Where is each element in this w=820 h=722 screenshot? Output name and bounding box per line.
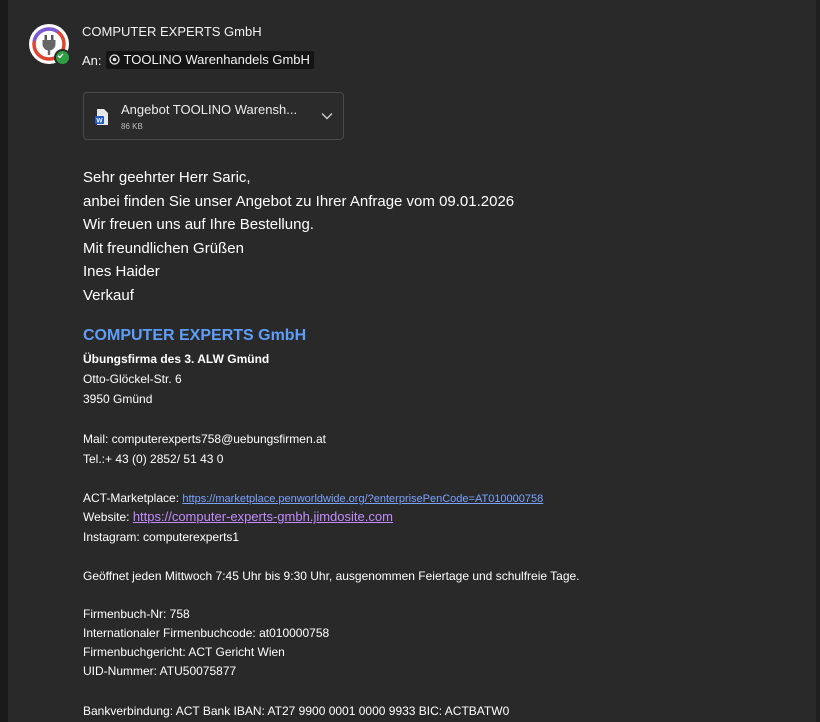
scrollbar-track[interactable] [816, 0, 820, 722]
recipient-name: TOOLINO Warenhandels GmbH [123, 52, 310, 67]
body-line: anbei finden Sie unser Angebot zu Ihrer … [83, 192, 515, 210]
signature-firmenbuchgericht: Firmenbuchgericht: ACT Gericht Wien [83, 645, 285, 659]
presence-available-icon [54, 49, 71, 66]
signature-subtitle: Übungsfirma des 3. ALW Gmünd [83, 352, 270, 366]
body-line: Ines Haider [83, 263, 160, 280]
word-document-icon: W [95, 109, 108, 125]
attachment-size: 86 KB [121, 122, 143, 131]
signature-hours: Geöffnet jeden Mittwoch 7:45 Uhr bis 9:3… [83, 569, 580, 583]
signature-firmenbuchcode: Internationaler Firmenbuchcode: at010000… [83, 626, 330, 640]
to-label: An: [82, 52, 102, 68]
body-line: Wir freuen uns auf Ihre Bestellung. [83, 216, 314, 233]
body-line: Verkauf [83, 286, 134, 304]
signature-tel: Tel.:+ 43 (0) 2852/ 51 43 0 [83, 452, 224, 466]
left-edge-strip [0, 0, 8, 722]
signature-street: Otto-Glöckel-Str. 6 [83, 372, 182, 386]
signature-firmenbuch-nr: Firmenbuch-Nr: 758 [83, 607, 190, 621]
svg-text:W: W [96, 118, 103, 125]
website-link[interactable]: https://computer-experts-gmbh.jimdosite.… [133, 509, 393, 524]
signature-bank: Bankverbindung: ACT Bank IBAN: AT27 9900… [83, 704, 510, 718]
status-offline-icon [108, 54, 120, 65]
attachment-card[interactable]: W Angebot TOOLINO Waren­sh... 86 KB [83, 92, 344, 140]
website-label: Website: [83, 510, 133, 524]
signature-uid: UID-Nummer: ATU50075877 [83, 664, 237, 678]
sender-name[interactable]: COMPUTER EXPERTS GmbH [82, 24, 262, 39]
signature-instagram: Instagram: computerexperts1 [83, 530, 240, 544]
signature-website: Website: https://computer-experts-gmbh.j… [83, 508, 393, 526]
chevron-down-icon[interactable] [321, 112, 333, 120]
message-body: Sehr geehrter Herr Saric, anbei finden S… [83, 166, 514, 307]
recipient-chip[interactable]: TOOLINO Warenhandels GmbH [105, 51, 314, 69]
recipient-line: An: TOOLINO Warenhandels GmbH [82, 51, 314, 69]
marketplace-label: ACT-Marketplace: [83, 491, 183, 505]
signature-marketplace: ACT-Marketplace: https://marketplace.pen… [83, 489, 543, 508]
body-line: Mit freundlichen Grüßen [83, 239, 244, 257]
signature-company: COMPUTER EXPERTS GmbH [83, 327, 307, 344]
marketplace-link[interactable]: https://marketplace.penworldwide.org/?en… [182, 493, 543, 505]
sender-avatar[interactable] [29, 24, 71, 66]
attachment-name: Angebot TOOLINO Waren­sh... [121, 102, 298, 117]
signature-city: 3950 Gmünd [83, 392, 153, 406]
signature-mail: Mail: computerexperts758@uebungsfirmen.a… [83, 432, 326, 446]
body-line: Sehr geehrter Herr Saric, [83, 169, 251, 186]
